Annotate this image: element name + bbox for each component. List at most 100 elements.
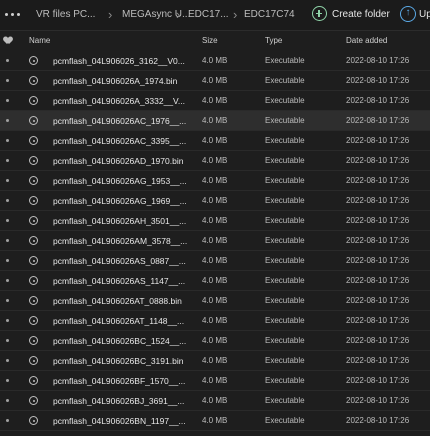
file-size: 4.0 MB xyxy=(202,356,228,365)
row-dot-icon xyxy=(6,139,9,142)
row-dot-icon xyxy=(6,239,9,242)
row-dot-icon xyxy=(6,319,9,322)
file-type: Executable xyxy=(265,396,305,405)
table-row[interactable]: pcmflash_04L906026BC_3191.bin 4.0 MB Execu… xyxy=(0,351,430,371)
file-name[interactable]: pcmflash_04L906026BN_1197__... xyxy=(53,411,186,431)
column-header-date[interactable]: Date added xyxy=(346,31,387,51)
row-dot-icon xyxy=(6,159,9,162)
file-name[interactable]: pcmflash_04L906026AT_1148__... xyxy=(53,311,184,331)
table-row[interactable]: pcmflash_04L906026AG_1953__... 4.0 MB Exec… xyxy=(0,171,430,191)
file-name[interactable]: pcmflash_04L906026_3162__V0... xyxy=(53,51,185,71)
file-name[interactable]: pcmflash_04L906026AM_3578__... xyxy=(53,231,187,251)
table-row[interactable]: pcmflash_04L906026_3162__V0... 4.0 MB Exec… xyxy=(0,51,430,71)
upload-button[interactable]: Up xyxy=(419,0,430,30)
file-name[interactable]: pcmflash_04L906026AT_0888.bin xyxy=(53,291,182,311)
file-size: 4.0 MB xyxy=(202,56,228,65)
table-row[interactable]: pcmflash_04L906026BJ_3691__... 4.0 MB Exec… xyxy=(0,391,430,411)
row-dot-icon xyxy=(6,59,9,62)
table-row[interactable]: pcmflash_04L906026BN_1197__... 4.0 MB Exec… xyxy=(0,411,430,431)
file-icon xyxy=(29,256,38,265)
file-date: 2022-08-10 17:26 xyxy=(346,396,410,405)
file-date: 2022-08-10 17:26 xyxy=(346,76,410,85)
file-name[interactable]: pcmflash_04L906026A_1974.bin xyxy=(53,71,177,91)
file-size: 4.0 MB xyxy=(202,376,228,385)
file-name[interactable]: pcmflash_04L906026AG_1953__... xyxy=(53,171,187,191)
row-dot-icon xyxy=(6,299,9,302)
breadcrumb-item[interactable]: EDC17... xyxy=(188,0,229,30)
file-icon xyxy=(29,376,38,385)
column-header-name[interactable]: Name xyxy=(29,31,50,51)
file-date: 2022-08-10 17:26 xyxy=(346,376,410,385)
file-type: Executable xyxy=(265,276,305,285)
file-name[interactable]: pcmflash_04L906026BF_1570__... xyxy=(53,371,185,391)
row-dot-icon xyxy=(6,399,9,402)
file-date: 2022-08-10 17:26 xyxy=(346,96,410,105)
file-icon xyxy=(29,336,38,345)
file-name[interactable]: pcmflash_04L906026BC_3191.bin xyxy=(53,351,183,371)
table-row[interactable]: pcmflash_04L906026AG_1969__... 4.0 MB Exec… xyxy=(0,191,430,211)
file-size: 4.0 MB xyxy=(202,96,228,105)
table-row[interactable]: pcmflash_04L906026BF_1570__... 4.0 MB Exec… xyxy=(0,371,430,391)
file-name[interactable]: pcmflash_04L906026A_3332__V... xyxy=(53,91,185,111)
create-folder-button[interactable]: Create folder xyxy=(332,0,390,30)
table-header: Name Size Type Date added xyxy=(0,31,430,51)
breadcrumb-separator-icon: › xyxy=(233,7,238,22)
table-row[interactable]: pcmflash_04L906026AC_1976__... 4.0 MB Exec… xyxy=(0,111,430,131)
file-size: 4.0 MB xyxy=(202,276,228,285)
file-size: 4.0 MB xyxy=(202,216,228,225)
file-date: 2022-08-10 17:26 xyxy=(346,416,410,425)
file-size: 4.0 MB xyxy=(202,336,228,345)
table-row[interactable]: pcmflash_04L906026AM_3578__... 4.0 MB Exec… xyxy=(0,231,430,251)
upload-icon[interactable]: ↑ xyxy=(400,6,416,22)
file-name[interactable]: pcmflash_04L906026AC_3395__... xyxy=(53,131,186,151)
row-dot-icon xyxy=(6,359,9,362)
file-name[interactable]: pcmflash_04L906026AG_1969__... xyxy=(53,191,187,211)
file-type: Executable xyxy=(265,256,305,265)
column-header-size[interactable]: Size xyxy=(202,31,218,51)
file-icon xyxy=(29,276,38,285)
breadcrumb-separator-icon: › xyxy=(176,7,181,22)
file-name[interactable]: pcmflash_04L906026AS_0887__... xyxy=(53,251,186,271)
file-size: 4.0 MB xyxy=(202,156,228,165)
favorite-icon[interactable] xyxy=(4,37,12,45)
table-row[interactable]: pcmflash_04L906026AT_1148__... 4.0 MB Exec… xyxy=(0,311,430,331)
column-header-type[interactable]: Type xyxy=(265,31,282,51)
file-date: 2022-08-10 17:26 xyxy=(346,316,410,325)
file-name[interactable]: pcmflash_04L906026AC_1976__... xyxy=(53,111,186,131)
table-row[interactable]: pcmflash_04L906026AC_3395__... 4.0 MB Exec… xyxy=(0,131,430,151)
table-row[interactable]: pcmflash_04L906026AS_1147__... 4.0 MB Exec… xyxy=(0,271,430,291)
file-date: 2022-08-10 17:26 xyxy=(346,156,410,165)
file-name[interactable]: pcmflash_04L906026AS_1147__... xyxy=(53,271,185,291)
file-type: Executable xyxy=(265,76,305,85)
table-row[interactable]: pcmflash_04L906026A_1974.bin 4.0 MB Execut… xyxy=(0,71,430,91)
file-icon xyxy=(29,156,38,165)
file-icon xyxy=(29,176,38,185)
row-dot-icon xyxy=(6,419,9,422)
file-date: 2022-08-10 17:26 xyxy=(346,176,410,185)
table-row[interactable]: pcmflash_04L906026AD_1970.bin 4.0 MB Execu… xyxy=(0,151,430,171)
file-name[interactable]: pcmflash_04L906026AD_1970.bin xyxy=(53,151,183,171)
table-row[interactable]: pcmflash_04L906026AH_3501__... 4.0 MB Exec… xyxy=(0,211,430,231)
table-row[interactable]: pcmflash_04L906026BC_1524__... 4.0 MB Exec… xyxy=(0,331,430,351)
file-icon xyxy=(29,136,38,145)
breadcrumb-item[interactable]: VR files PC... xyxy=(36,0,95,30)
file-name[interactable]: pcmflash_04L906026AH_3501__... xyxy=(53,211,186,231)
add-folder-icon[interactable] xyxy=(312,6,327,21)
file-icon xyxy=(29,396,38,405)
file-size: 4.0 MB xyxy=(202,116,228,125)
file-type: Executable xyxy=(265,216,305,225)
row-dot-icon xyxy=(6,219,9,222)
table-row[interactable]: pcmflash_04L906026A_3332__V... 4.0 MB Exec… xyxy=(0,91,430,111)
file-type: Executable xyxy=(265,376,305,385)
file-date: 2022-08-10 17:26 xyxy=(346,236,410,245)
more-options-icon[interactable] xyxy=(5,9,25,21)
file-name[interactable]: pcmflash_04L906026BJ_3691__... xyxy=(53,391,184,411)
file-icon xyxy=(29,316,38,325)
file-type: Executable xyxy=(265,156,305,165)
row-dot-icon xyxy=(6,339,9,342)
file-icon xyxy=(29,216,38,225)
table-row[interactable]: pcmflash_04L906026AT_0888.bin 4.0 MB Execu… xyxy=(0,291,430,311)
file-type: Executable xyxy=(265,196,305,205)
file-name[interactable]: pcmflash_04L906026BC_1524__... xyxy=(53,331,186,351)
table-row[interactable]: pcmflash_04L906026AS_0887__... 4.0 MB Exec… xyxy=(0,251,430,271)
